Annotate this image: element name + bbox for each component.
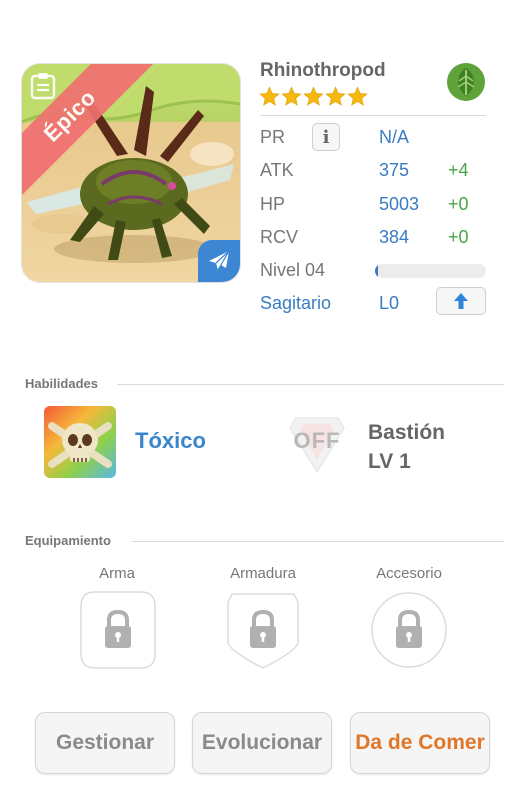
monster-portrait[interactable]: Épico: [22, 64, 240, 282]
skill-off-label: OFF: [293, 428, 341, 453]
stat-row-atk: ATK 375 +4: [260, 156, 490, 184]
stat-bonus-atk: +4: [448, 160, 469, 180]
stat-bonus-rcv: +0: [448, 227, 469, 247]
level-progress-bar: [375, 264, 486, 278]
skills-divider: [117, 384, 504, 385]
stat-value-hp: 5003: [379, 194, 420, 214]
stat-label-hp: HP: [260, 194, 286, 214]
stat-value-pr: N/A: [379, 127, 410, 147]
skill-level-bastion: LV 1: [368, 450, 411, 473]
zodiac-sign-label[interactable]: Sagitario: [260, 293, 331, 314]
equip-slot-armor[interactable]: [224, 590, 302, 670]
skill-icon-bastion[interactable]: OFF: [282, 412, 352, 476]
star-icon: [347, 86, 368, 106]
stat-value-rcv: 384: [379, 227, 410, 247]
info-icon: i: [322, 126, 330, 148]
stat-label-rcv: RCV: [260, 227, 299, 247]
star-rating: [259, 86, 368, 107]
star-icon: [303, 86, 324, 106]
evolve-button[interactable]: Evolucionar: [192, 712, 332, 774]
equip-slot-weapon[interactable]: [79, 590, 157, 670]
stat-row-hp: HP 5003 +0: [260, 190, 490, 218]
star-icon: [325, 86, 346, 106]
manage-button[interactable]: Gestionar: [35, 712, 175, 774]
skill-info-bastion: Bastión LV 1: [368, 418, 445, 476]
star-icon: [259, 86, 280, 106]
equip-slot-accessory[interactable]: [370, 590, 448, 670]
skills-section-title: Habilidades: [25, 376, 98, 391]
stat-label-atk: ATK: [260, 160, 294, 180]
equipment-section-title: Equipamiento: [25, 533, 111, 548]
equip-label-accessory: Accesorio: [376, 565, 442, 582]
feed-button[interactable]: Da de Comer: [350, 712, 490, 774]
skill-name-toxic[interactable]: Tóxico: [135, 428, 206, 454]
stat-row-pr: PR i N/A: [260, 123, 490, 151]
skill-name-bastion: Bastión: [368, 421, 446, 444]
airplane-icon: [209, 250, 230, 271]
monster-name: Rhinothropod: [260, 60, 386, 81]
stat-label-pr: PR: [260, 127, 286, 147]
leaf-icon: [447, 63, 485, 101]
level-progress-fill: [375, 264, 379, 278]
equipment-divider: [132, 541, 504, 542]
star-icon: [281, 86, 302, 106]
type-badge: [198, 240, 240, 282]
level-label: Nivel 04: [260, 260, 326, 280]
skill-icon-toxic[interactable]: [44, 406, 116, 478]
stat-value-atk: 375: [379, 160, 410, 180]
stat-bonus-hp: +0: [448, 194, 469, 214]
skull-icon: [44, 406, 116, 478]
arrow-up-icon: [454, 293, 468, 309]
stat-row-rcv: RCV 384 +0: [260, 223, 490, 251]
zodiac-level-value: L0: [379, 293, 400, 313]
equip-label-weapon: Arma: [99, 565, 135, 582]
header-divider: [260, 115, 486, 116]
stat-row-level: Nivel 04: [260, 256, 490, 284]
stat-row-sign: Sagitario L0: [260, 287, 490, 317]
clipboard-icon[interactable]: [30, 72, 56, 100]
info-button[interactable]: i: [312, 123, 340, 151]
upgrade-button[interactable]: [436, 287, 486, 315]
equip-label-armor: Armadura: [230, 565, 296, 582]
